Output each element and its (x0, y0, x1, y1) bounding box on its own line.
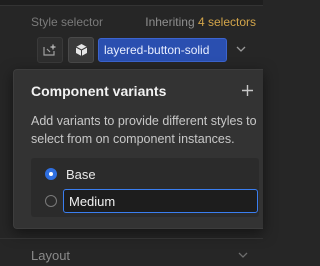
component-variants-popover: Component variants Add variants to provi… (13, 69, 263, 229)
variant-item-base[interactable]: Base (31, 162, 259, 186)
variant-name-input[interactable] (63, 189, 258, 213)
popover-title: Component variants (31, 83, 167, 99)
component-button[interactable] (68, 37, 94, 63)
top-strip (0, 0, 263, 6)
variant-item-new[interactable] (31, 189, 259, 213)
add-class-button[interactable] (37, 37, 63, 63)
layout-section-header[interactable]: Layout (0, 239, 263, 266)
selector-dropdown-button[interactable] (233, 41, 249, 57)
style-selector-header: Style selector Inheriting 4 selectors (0, 8, 263, 32)
inheriting-count: 4 selectors (197, 15, 256, 29)
chevron-down-icon (237, 249, 249, 261)
variant-radio-selected[interactable] (45, 168, 57, 180)
layout-section-label: Layout (31, 248, 71, 263)
inheriting-indicator[interactable]: Inheriting 4 selectors (145, 15, 256, 29)
style-selector-label: Style selector (31, 15, 104, 29)
selector-row: layered-button-solid (29, 37, 259, 63)
variant-label: Base (66, 167, 96, 182)
cube-icon (75, 44, 87, 56)
add-variant-button[interactable] (238, 81, 256, 99)
popover-description: Add variants to provide different styles… (31, 114, 257, 146)
variant-radio[interactable] (45, 195, 57, 207)
variant-list: Base (31, 158, 259, 217)
class-pill[interactable]: layered-button-solid (98, 38, 227, 62)
inheriting-prefix: Inheriting (145, 15, 195, 29)
plus-icon (241, 84, 253, 96)
add-class-icon (43, 44, 56, 56)
chevron-down-icon (236, 46, 246, 52)
